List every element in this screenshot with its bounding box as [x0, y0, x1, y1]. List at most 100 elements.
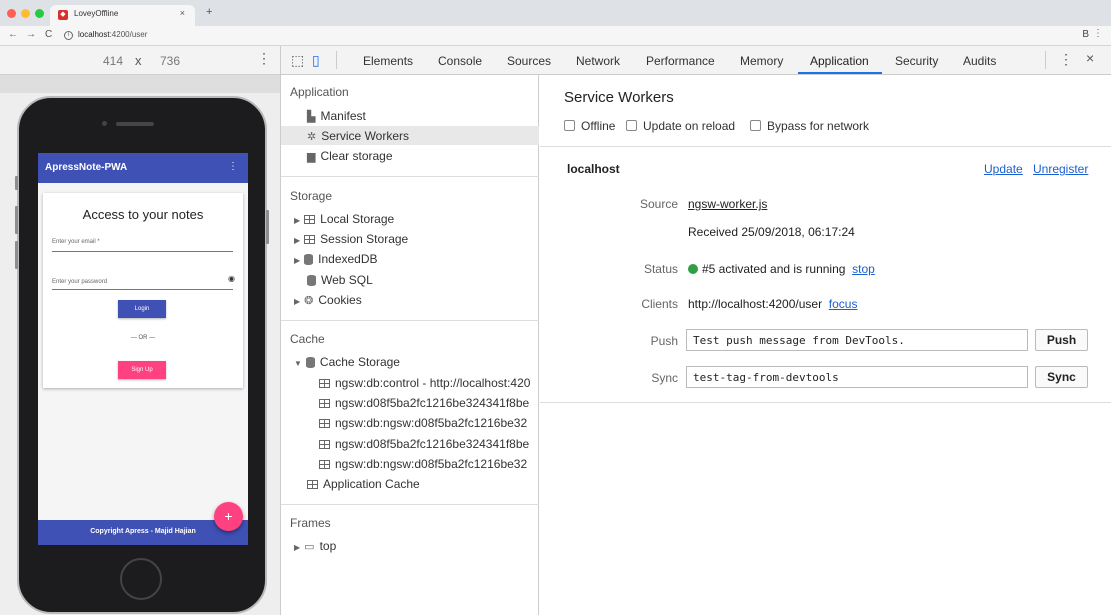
login-button[interactable]: Login: [118, 300, 166, 318]
cache-entry-label: ngsw:d08f5ba2fc1216be324341f8be: [335, 396, 530, 410]
cache-entry[interactable]: ngsw:d08f5ba2fc1216be324341f8be: [319, 396, 539, 410]
devtools-close-icon[interactable]: ×: [1086, 50, 1094, 66]
sidebar-item-top-frame[interactable]: ▶ ▭ top: [294, 539, 336, 553]
device-height-input[interactable]: 736: [160, 54, 180, 68]
tab-audits[interactable]: Audits: [963, 54, 996, 68]
stop-link[interactable]: stop: [852, 262, 875, 276]
email-field-underline: [52, 251, 233, 252]
show-password-icon[interactable]: ◉: [228, 274, 235, 283]
clients-label: Clients: [641, 297, 678, 311]
app-title: ApressNote-PWA: [45, 162, 128, 173]
frame-icon: ▭: [304, 541, 315, 553]
back-icon[interactable]: ←: [8, 29, 18, 40]
devtools-menu-icon[interactable]: ⋮: [1059, 51, 1073, 68]
address-bar: ← → C i localhost:4200/user B ⋮: [0, 26, 1111, 46]
sync-tag-input[interactable]: [686, 366, 1028, 388]
browser-tab[interactable]: ◆ LoveyOffline ×: [50, 5, 195, 26]
collapse-caret-icon[interactable]: ▼: [294, 359, 302, 368]
forward-icon[interactable]: →: [26, 29, 36, 40]
focus-link[interactable]: focus: [829, 297, 858, 311]
extension-icon[interactable]: B: [1082, 29, 1089, 40]
checkbox-box[interactable]: [626, 120, 637, 131]
page-title: Service Workers: [564, 89, 674, 106]
maximize-window-button[interactable]: [35, 9, 44, 18]
expand-caret-icon[interactable]: ▶: [294, 256, 300, 265]
checkbox-box[interactable]: [564, 120, 575, 131]
device-toolbar: 414 x 736 ⋮: [0, 46, 280, 75]
update-on-reload-checkbox[interactable]: Update on reload: [626, 119, 735, 133]
bypass-network-checkbox[interactable]: Bypass for network: [750, 119, 869, 133]
sync-label: Sync: [651, 371, 678, 385]
site-info-icon[interactable]: i: [64, 31, 73, 40]
sidebar-item-cache-storage[interactable]: ▼ Cache Storage: [294, 355, 400, 369]
inspect-element-icon[interactable]: ⬚: [291, 52, 304, 69]
sidebar-item-service-workers[interactable]: ✲ Service Workers: [307, 129, 409, 143]
update-link[interactable]: Update: [984, 162, 1023, 176]
sidebar-divider: [281, 320, 539, 321]
minimize-window-button[interactable]: [21, 9, 30, 18]
power-button: [266, 210, 269, 244]
cache-entry[interactable]: ngsw:db:ngsw:d08f5ba2fc1216be32: [319, 457, 539, 471]
sidebar-item-local-storage[interactable]: ▶ Local Storage: [294, 212, 394, 226]
sidebar-item-clear-storage[interactable]: ▆ Clear storage: [307, 149, 393, 163]
tab-elements[interactable]: Elements: [363, 54, 413, 68]
sidebar-item-cookies[interactable]: ▶ ❂ Cookies: [294, 293, 362, 307]
cache-entry-label: ngsw:db:ngsw:d08f5ba2fc1216be32: [335, 457, 528, 471]
offline-checkbox[interactable]: Offline: [564, 119, 615, 133]
status-text: #5 activated and is running: [702, 262, 846, 276]
push-button[interactable]: Push: [1035, 329, 1088, 351]
sync-button[interactable]: Sync: [1035, 366, 1088, 388]
sidebar-item-application-cache[interactable]: Application Cache: [307, 477, 420, 491]
tab-sources[interactable]: Sources: [507, 54, 551, 68]
tab-memory[interactable]: Memory: [740, 54, 783, 68]
close-window-button[interactable]: [7, 9, 16, 18]
tab-network[interactable]: Network: [576, 54, 620, 68]
device-width-input[interactable]: 414: [103, 54, 123, 68]
app-menu-icon[interactable]: ⋮: [228, 161, 238, 172]
expand-caret-icon[interactable]: ▶: [294, 543, 300, 552]
media-query-bar[interactable]: [0, 75, 280, 93]
toolbar-divider: [336, 51, 337, 69]
tab-console[interactable]: Console: [438, 54, 482, 68]
source-file-link[interactable]: ngsw-worker.js: [688, 197, 767, 211]
sidebar-item-label: Cache Storage: [319, 355, 400, 369]
devtools-panel: ⬚ ▯ Elements Console Sources Network Per…: [281, 46, 1111, 615]
tab-performance[interactable]: Performance: [646, 54, 715, 68]
sidebar-item-indexeddb[interactable]: ▶ IndexedDB: [294, 252, 378, 266]
password-field[interactable]: Enter your password: [52, 279, 107, 285]
toolbar-divider: [1045, 51, 1046, 69]
sidebar-section-storage: Storage: [290, 189, 333, 203]
unregister-link[interactable]: Unregister: [1033, 162, 1088, 176]
sidebar-section-application: Application: [290, 85, 349, 99]
url-field[interactable]: localhost:4200/user: [78, 30, 147, 39]
cache-entry[interactable]: ngsw:db:ngsw:d08f5ba2fc1216be32: [319, 416, 539, 430]
expand-caret-icon[interactable]: ▶: [294, 236, 300, 245]
sidebar-item-manifest[interactable]: ▙ Manifest: [307, 109, 366, 123]
footer-copyright: Copyright Apress - Majid Hajian: [90, 528, 196, 535]
browser-menu-icon[interactable]: ⋮: [1093, 28, 1103, 39]
email-field[interactable]: Enter your email *: [52, 239, 100, 245]
reload-icon[interactable]: C: [45, 29, 52, 40]
signup-button[interactable]: Sign Up: [118, 361, 166, 379]
sidebar-item-label: IndexedDB: [318, 252, 378, 266]
checkbox-box[interactable]: [750, 120, 761, 131]
expand-caret-icon[interactable]: ▶: [294, 297, 300, 306]
status-dot-icon: [688, 264, 698, 274]
device-toggle-icon[interactable]: ▯: [312, 52, 320, 69]
home-button: [120, 558, 162, 600]
cache-entry[interactable]: ngsw:d08f5ba2fc1216be324341f8be: [319, 437, 539, 451]
tab-application[interactable]: Application: [810, 54, 869, 68]
close-tab-icon[interactable]: ×: [180, 8, 185, 18]
phone-frame: ApressNote-PWA ⋮ Access to your notes En…: [15, 96, 269, 614]
push-message-input[interactable]: [686, 329, 1028, 351]
tab-security[interactable]: Security: [895, 54, 938, 68]
sidebar-section-frames: Frames: [290, 516, 331, 530]
sidebar-item-web-sql[interactable]: Web SQL: [307, 273, 373, 287]
cache-entry[interactable]: ngsw:db:control - http://localhost:420: [319, 376, 539, 390]
expand-caret-icon[interactable]: ▶: [294, 216, 300, 225]
app-header: ApressNote-PWA ⋮: [38, 153, 248, 183]
add-note-fab[interactable]: +: [214, 502, 243, 531]
new-tab-button[interactable]: +: [206, 6, 212, 18]
device-more-icon[interactable]: ⋮: [257, 50, 271, 67]
sidebar-item-session-storage[interactable]: ▶ Session Storage: [294, 232, 408, 246]
